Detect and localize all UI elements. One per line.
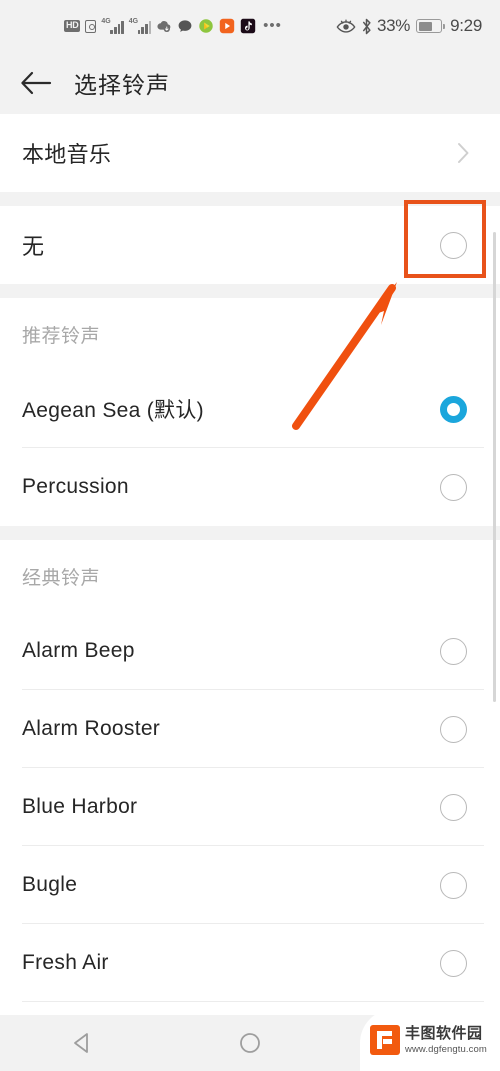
watermark-text: 丰图软件园 www.dgfengtu.com (405, 1025, 487, 1055)
battery-icon (416, 19, 446, 33)
list-item-ringtone[interactable]: Blue Harbor (0, 768, 500, 846)
overflow-dots-icon: ••• (263, 17, 282, 34)
network-type-label-2: 4G (128, 17, 139, 25)
list-item-ringtone[interactable]: Alarm Rooster (0, 690, 500, 768)
back-arrow-icon[interactable] (20, 70, 52, 96)
ringtone-label: Alarm Beep (22, 639, 135, 662)
list-item-ringtone[interactable]: Fresh Air (0, 924, 500, 1002)
sim-card-icon (85, 19, 97, 33)
local-music-card: 本地音乐 (0, 114, 500, 192)
none-option-card: 无 (0, 206, 500, 284)
list-item-ringtone[interactable]: Aegean Sea (默认) (0, 370, 500, 448)
ringtone-label: Bugle (22, 873, 78, 896)
page-title: 选择铃声 (74, 72, 170, 98)
vertical-scrollbar[interactable] (493, 232, 496, 702)
ringtone-label: Aegean Sea (默认) (22, 399, 204, 422)
hd-badge-icon: HD (64, 20, 81, 32)
eye-comfort-icon (336, 18, 356, 33)
nav-home-button[interactable] (167, 1030, 334, 1056)
list-item-none[interactable]: 无 (0, 206, 500, 284)
play-store-icon (199, 19, 213, 33)
ringtone-label: Fresh Air (22, 951, 109, 974)
section-header-classic: 经典铃声 (0, 540, 500, 612)
ringtone-radio-selected[interactable] (440, 395, 467, 423)
none-option-label: 无 (22, 234, 45, 259)
signal-bars-icon-1: 4G (101, 17, 124, 34)
nav-home-circle-icon (240, 1033, 260, 1053)
app-bar: 选择铃声 (0, 52, 500, 114)
ringtone-radio[interactable] (440, 949, 467, 977)
list-item-ringtone[interactable]: Percussion (0, 448, 500, 526)
local-music-label: 本地音乐 (22, 142, 112, 167)
ringtone-radio[interactable] (440, 637, 467, 665)
battery-percent-label: 33% (376, 16, 411, 35)
section-gap (0, 526, 500, 540)
chat-bubble-icon (178, 20, 192, 32)
phone-screen: HD 4G 4G ••• 33% 9:29 选择铃声 本地音乐 无 推荐铃声 A… (0, 0, 500, 1071)
ringtone-label: Alarm Rooster (22, 717, 161, 740)
ringtone-list-scroll[interactable]: 本地音乐 无 推荐铃声 Aegean Sea (默认) Percussion 经… (0, 114, 500, 1015)
list-item-ringtone[interactable]: Bugle (0, 846, 500, 924)
chevron-right-icon (458, 143, 469, 163)
section-classic: 经典铃声 Alarm Beep Alarm Rooster Blue Harbo… (0, 540, 500, 1015)
section-gap (0, 284, 500, 298)
section-header-recommended: 推荐铃声 (0, 298, 500, 370)
watermark: 丰图软件园 www.dgfengtu.com (360, 1009, 500, 1071)
nav-back-button[interactable] (0, 1030, 167, 1056)
signal-bars-icon-2: 4G (128, 17, 152, 34)
watermark-logo-icon (370, 1025, 400, 1055)
status-bar-right-icons: 33% 9:29 (336, 0, 482, 52)
ringtone-radio[interactable] (440, 793, 467, 821)
ringtone-label: Percussion (22, 475, 129, 498)
ringtone-radio[interactable] (440, 473, 467, 501)
nav-back-triangle-icon (74, 1033, 89, 1053)
video-app-icon (219, 18, 235, 34)
ringtone-label: Blue Harbor (22, 795, 138, 818)
list-item-local-music[interactable]: 本地音乐 (0, 114, 500, 192)
status-bar-clock: 9:29 (450, 16, 482, 35)
ringtone-radio[interactable] (440, 871, 467, 899)
status-bar: HD 4G 4G ••• 33% 9:29 (0, 0, 500, 52)
status-bar-left-icons: HD 4G 4G ••• (64, 18, 282, 34)
section-gap (0, 192, 500, 206)
ringtone-radio[interactable] (440, 715, 467, 743)
network-type-label-1: 4G (101, 17, 111, 25)
watermark-site-url: www.dgfengtu.com (405, 1044, 487, 1056)
cloud-download-icon (157, 21, 171, 32)
list-item-ringtone[interactable]: Alarm Beep (0, 612, 500, 690)
none-option-radio[interactable] (440, 231, 467, 259)
section-recommended: 推荐铃声 Aegean Sea (默认) Percussion (0, 298, 500, 526)
tiktok-icon (240, 18, 256, 34)
bluetooth-icon (362, 18, 371, 34)
watermark-site-name: 丰图软件园 (405, 1024, 483, 1042)
